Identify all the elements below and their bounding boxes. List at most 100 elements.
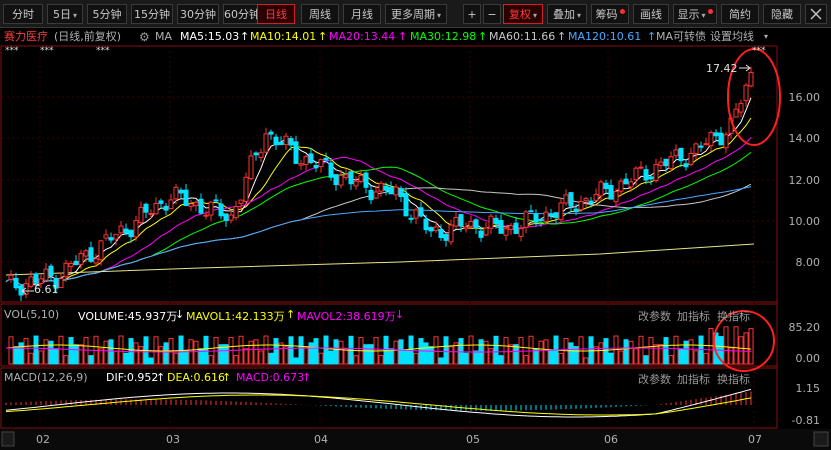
candle-body — [113, 233, 119, 240]
volume-bar — [298, 336, 304, 365]
volume-bar — [13, 346, 19, 365]
mavol2-value: MAVOL2:38.619万 — [297, 310, 396, 323]
candle-body — [338, 174, 344, 186]
candle-body — [313, 164, 319, 169]
month-tick: 05 — [466, 433, 480, 446]
volume-bar — [423, 342, 429, 365]
candle-body — [633, 167, 639, 181]
high-pointer-arrow — [739, 64, 751, 72]
volume-bar — [398, 339, 404, 365]
volume-bar — [108, 339, 114, 365]
volume-bar — [203, 335, 209, 365]
volume-bar — [338, 340, 344, 365]
volume-bar — [243, 348, 249, 365]
ma-line — [5, 117, 752, 286]
vol-add-indicator-button[interactable]: 加指标 — [677, 308, 710, 324]
volume-bar — [308, 342, 314, 365]
candle-body — [468, 220, 474, 227]
event-marker-right[interactable]: *** — [752, 46, 766, 56]
candle-body — [513, 222, 519, 234]
volume-bar — [723, 326, 729, 365]
candle-body — [428, 227, 434, 232]
volume-bar — [18, 342, 24, 365]
vol-switch-indicator-button[interactable]: 换指标 — [717, 308, 750, 324]
volume-bar — [608, 352, 614, 365]
vol-change-params-button[interactable]: 改参数 — [638, 308, 671, 324]
candle-body — [563, 194, 569, 204]
price-tick-8: 8.00 — [795, 256, 821, 269]
macd-axis-bottom: -0.81 — [791, 414, 820, 427]
candle-body — [363, 172, 369, 188]
candle-body — [243, 176, 249, 202]
candle-body — [588, 200, 594, 204]
volume-bar — [253, 339, 259, 365]
volume-bar — [678, 348, 684, 365]
volume-bar — [263, 335, 269, 365]
volume-bar — [633, 348, 639, 365]
candle-body — [373, 191, 379, 199]
candle-body — [383, 185, 389, 191]
month-tick: 06 — [604, 433, 618, 446]
volume-bar — [193, 340, 199, 365]
volume-bar — [443, 336, 449, 365]
candle-body — [163, 205, 169, 211]
volume-bar — [43, 339, 49, 365]
macd-axis-top: 1.15 — [795, 382, 821, 395]
candle-body — [253, 152, 259, 156]
candle-body — [28, 276, 34, 287]
volume-bar — [133, 342, 139, 365]
volume-bar — [733, 326, 739, 365]
candle-body — [608, 184, 614, 200]
scroll-right-button — [813, 431, 829, 447]
volume-bar — [378, 355, 384, 365]
volume-bar — [538, 340, 544, 365]
macd-add-indicator-button[interactable]: 加指标 — [677, 371, 710, 387]
volume-bar — [53, 348, 59, 365]
event-marker-left[interactable]: *** — [5, 46, 19, 56]
month-tick: 07 — [748, 433, 762, 446]
candle-body — [743, 84, 749, 102]
volume-bar — [638, 335, 644, 365]
volume-bar — [583, 357, 589, 365]
candle-body — [403, 192, 409, 217]
candle-body — [248, 155, 254, 180]
candle-body — [158, 200, 164, 204]
candle-body — [628, 181, 634, 188]
candle-body — [193, 201, 199, 207]
candle-body — [83, 250, 89, 257]
candle-body — [183, 189, 189, 207]
dif-value: DIF:0.952 — [106, 371, 159, 384]
macd-change-params-button[interactable]: 改参数 — [638, 371, 671, 387]
event-marker[interactable]: *** — [40, 46, 54, 56]
volume-bar — [528, 335, 534, 365]
candle-body — [358, 174, 364, 182]
volume-bar — [293, 357, 299, 365]
volume-bar — [563, 338, 569, 365]
candle-body — [408, 217, 414, 220]
volume-bar — [328, 350, 334, 365]
volume-bar — [278, 342, 284, 365]
volume-bar — [283, 346, 289, 365]
macd-switch-indicator-button[interactable]: 换指标 — [717, 371, 750, 387]
candle-body — [748, 72, 754, 87]
mavol1-arrow: ↑ — [286, 308, 296, 321]
price-tick-16: 16.00 — [788, 91, 821, 104]
candle-body — [98, 240, 104, 261]
event-marker[interactable]: *** — [96, 46, 110, 56]
volume-bar — [543, 339, 549, 365]
volume-bar — [498, 355, 504, 365]
price-tick-14: 14.00 — [788, 132, 821, 145]
candle-body — [173, 186, 179, 200]
candle-body — [458, 214, 464, 227]
volume-bar — [593, 346, 599, 365]
candle-body — [93, 258, 99, 264]
volume-bar — [433, 336, 439, 365]
candle-body — [463, 226, 469, 230]
volume-bar — [658, 344, 664, 365]
volume-bar — [33, 335, 39, 365]
candle-body — [678, 147, 684, 162]
candle-body — [328, 162, 334, 178]
month-tick: 02 — [36, 433, 50, 446]
candle-body — [48, 265, 54, 277]
volume-bar — [393, 340, 399, 365]
